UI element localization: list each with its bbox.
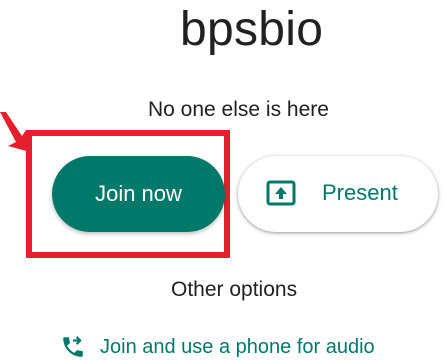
join-now-label: Join now [95, 181, 182, 206]
phone-forwarded-icon [63, 336, 83, 357]
present-button[interactable]: Present [238, 156, 438, 232]
other-options-link[interactable]: Other options [171, 276, 297, 304]
participants-status: No one else is here [148, 98, 329, 121]
meeting-title: bpsbio [180, 3, 324, 56]
present-screen-icon [266, 180, 296, 206]
join-now-button[interactable]: Join now [52, 156, 225, 232]
present-label: Present [322, 180, 398, 205]
meeting-lobby: bpsbio No one else is here Join now Pres… [0, 0, 446, 360]
phone-audio-label: Join and use a phone for audio [100, 336, 375, 358]
join-with-phone-audio-link[interactable]: Join and use a phone for audio [60, 332, 375, 360]
